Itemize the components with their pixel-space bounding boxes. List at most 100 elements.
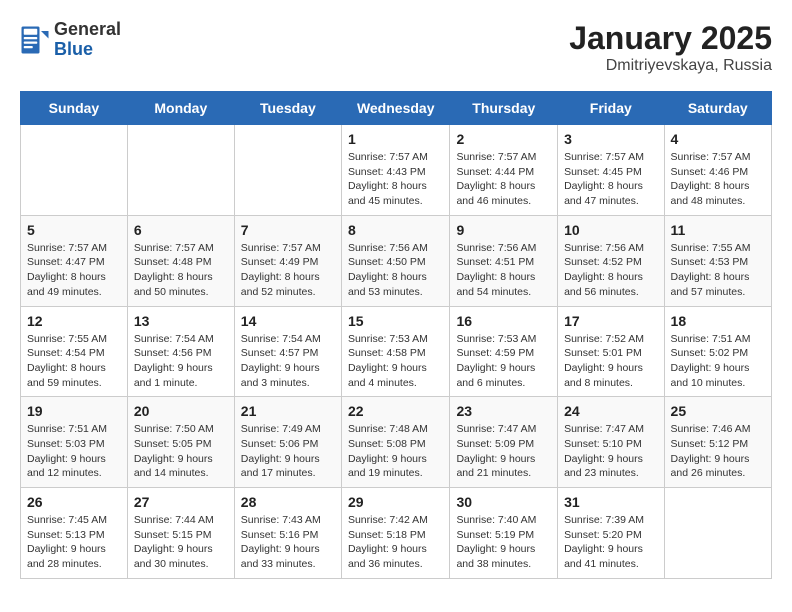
day-number: 30 <box>456 494 551 510</box>
calendar-cell: 4Sunrise: 7:57 AM Sunset: 4:46 PM Daylig… <box>664 125 771 216</box>
day-info: Sunrise: 7:43 AM Sunset: 5:16 PM Dayligh… <box>241 513 335 572</box>
day-number: 25 <box>671 403 765 419</box>
day-number: 29 <box>348 494 444 510</box>
day-info: Sunrise: 7:57 AM Sunset: 4:48 PM Dayligh… <box>134 241 228 300</box>
day-info: Sunrise: 7:57 AM Sunset: 4:49 PM Dayligh… <box>241 241 335 300</box>
calendar-cell: 11Sunrise: 7:55 AM Sunset: 4:53 PM Dayli… <box>664 215 771 306</box>
page-header: General Blue January 2025 Dmitriyevskaya… <box>20 20 772 75</box>
day-info: Sunrise: 7:54 AM Sunset: 4:57 PM Dayligh… <box>241 332 335 391</box>
day-info: Sunrise: 7:40 AM Sunset: 5:19 PM Dayligh… <box>456 513 551 572</box>
calendar-table: SundayMondayTuesdayWednesdayThursdayFrid… <box>20 91 772 579</box>
day-info: Sunrise: 7:50 AM Sunset: 5:05 PM Dayligh… <box>134 422 228 481</box>
day-number: 12 <box>27 313 121 329</box>
calendar-cell: 14 Sunrise: 7:54 AM Sunset: 4:57 PM Dayli… <box>234 306 341 397</box>
weekday-header: Friday <box>558 92 664 125</box>
day-number: 15 <box>348 313 444 329</box>
day-info: Sunrise: 7:53 AM Sunset: 4:58 PM Dayligh… <box>348 332 444 391</box>
day-info: Sunrise: 7:51 AM Sunset: 5:03 PM Dayligh… <box>27 422 121 481</box>
day-number: 26 <box>27 494 121 510</box>
day-number: 10 <box>564 222 657 238</box>
title-block: January 2025 Dmitriyevskaya, Russia <box>569 20 772 75</box>
day-info: Sunrise: 7:51 AM Sunset: 5:02 PM Dayligh… <box>671 332 765 391</box>
calendar-cell: 10 Sunrise: 7:56 AM Sunset: 4:52 PM Dayli… <box>558 215 664 306</box>
day-number: 5 <box>27 222 121 238</box>
day-number: 19 <box>27 403 121 419</box>
calendar-week-row: 5 Sunrise: 7:57 AM Sunset: 4:47 PM Daylig… <box>21 215 772 306</box>
calendar-cell: 22 Sunrise: 7:48 AM Sunset: 5:08 PM Dayli… <box>341 397 450 488</box>
day-number: 18 <box>671 313 765 329</box>
calendar-cell: 6 Sunrise: 7:57 AM Sunset: 4:48 PM Daylig… <box>127 215 234 306</box>
calendar-cell: 16Sunrise: 7:53 AM Sunset: 4:59 PM Dayli… <box>450 306 558 397</box>
day-info: Sunrise: 7:39 AM Sunset: 5:20 PM Dayligh… <box>564 513 657 572</box>
calendar-cell: 23 Sunrise: 7:47 AM Sunset: 5:09 PM Dayli… <box>450 397 558 488</box>
day-number: 6 <box>134 222 228 238</box>
calendar-cell: 30 Sunrise: 7:40 AM Sunset: 5:19 PM Dayli… <box>450 488 558 579</box>
calendar-cell: 15 Sunrise: 7:53 AM Sunset: 4:58 PM Dayli… <box>341 306 450 397</box>
weekday-header: Tuesday <box>234 92 341 125</box>
calendar-cell: 5 Sunrise: 7:57 AM Sunset: 4:47 PM Daylig… <box>21 215 128 306</box>
calendar-cell: 27 Sunrise: 7:44 AM Sunset: 5:15 PM Dayli… <box>127 488 234 579</box>
day-info: Sunrise: 7:57 AM Sunset: 4:45 PM Dayligh… <box>564 150 657 209</box>
calendar-cell: 7 Sunrise: 7:57 AM Sunset: 4:49 PM Daylig… <box>234 215 341 306</box>
logo-icon <box>20 25 50 55</box>
day-number: 9 <box>456 222 551 238</box>
calendar-cell: 18 Sunrise: 7:51 AM Sunset: 5:02 PM Dayli… <box>664 306 771 397</box>
day-number: 7 <box>241 222 335 238</box>
calendar-cell: 17 Sunrise: 7:52 AM Sunset: 5:01 PM Dayli… <box>558 306 664 397</box>
day-info: Sunrise: 7:54 AM Sunset: 4:56 PM Dayligh… <box>134 332 228 391</box>
weekday-header: Thursday <box>450 92 558 125</box>
day-number: 14 <box>241 313 335 329</box>
day-number: 17 <box>564 313 657 329</box>
calendar-cell: 13Sunrise: 7:54 AM Sunset: 4:56 PM Dayli… <box>127 306 234 397</box>
weekday-header: Monday <box>127 92 234 125</box>
calendar-cell: 19 Sunrise: 7:51 AM Sunset: 5:03 PM Dayli… <box>21 397 128 488</box>
logo-text: General Blue <box>54 20 121 60</box>
day-info: Sunrise: 7:55 AM Sunset: 4:54 PM Dayligh… <box>27 332 121 391</box>
day-number: 28 <box>241 494 335 510</box>
calendar-cell: 29 Sunrise: 7:42 AM Sunset: 5:18 PM Dayli… <box>341 488 450 579</box>
day-info: Sunrise: 7:57 AM Sunset: 4:43 PM Dayligh… <box>348 150 444 209</box>
day-info: Sunrise: 7:44 AM Sunset: 5:15 PM Dayligh… <box>134 513 228 572</box>
day-number: 22 <box>348 403 444 419</box>
day-number: 31 <box>564 494 657 510</box>
day-number: 16 <box>456 313 551 329</box>
calendar-cell: 24Sunrise: 7:47 AM Sunset: 5:10 PM Dayli… <box>558 397 664 488</box>
day-number: 1 <box>348 131 444 147</box>
day-info: Sunrise: 7:47 AM Sunset: 5:09 PM Dayligh… <box>456 422 551 481</box>
calendar-week-row: 1 Sunrise: 7:57 AM Sunset: 4:43 PM Daylig… <box>21 125 772 216</box>
calendar-cell: 28 Sunrise: 7:43 AM Sunset: 5:16 PM Dayli… <box>234 488 341 579</box>
calendar-cell: 12 Sunrise: 7:55 AM Sunset: 4:54 PM Dayli… <box>21 306 128 397</box>
day-info: Sunrise: 7:52 AM Sunset: 5:01 PM Dayligh… <box>564 332 657 391</box>
calendar-week-row: 12 Sunrise: 7:55 AM Sunset: 4:54 PM Dayli… <box>21 306 772 397</box>
day-number: 11 <box>671 222 765 238</box>
day-info: Sunrise: 7:56 AM Sunset: 4:50 PM Dayligh… <box>348 241 444 300</box>
day-info: Sunrise: 7:57 AM Sunset: 4:46 PM Dayligh… <box>671 150 765 209</box>
weekday-header-row: SundayMondayTuesdayWednesdayThursdayFrid… <box>21 92 772 125</box>
day-number: 20 <box>134 403 228 419</box>
day-info: Sunrise: 7:46 AM Sunset: 5:12 PM Dayligh… <box>671 422 765 481</box>
day-number: 23 <box>456 403 551 419</box>
day-number: 21 <box>241 403 335 419</box>
day-info: Sunrise: 7:57 AM Sunset: 4:47 PM Dayligh… <box>27 241 121 300</box>
weekday-header: Wednesday <box>341 92 450 125</box>
calendar-cell <box>21 125 128 216</box>
calendar-cell: 31 Sunrise: 7:39 AM Sunset: 5:20 PM Dayli… <box>558 488 664 579</box>
logo: General Blue <box>20 20 121 60</box>
day-number: 3 <box>564 131 657 147</box>
calendar-subtitle: Dmitriyevskaya, Russia <box>569 57 772 75</box>
day-info: Sunrise: 7:49 AM Sunset: 5:06 PM Dayligh… <box>241 422 335 481</box>
calendar-cell: 26 Sunrise: 7:45 AM Sunset: 5:13 PM Dayli… <box>21 488 128 579</box>
logo-general: General <box>54 20 121 40</box>
day-number: 27 <box>134 494 228 510</box>
day-number: 24 <box>564 403 657 419</box>
day-number: 2 <box>456 131 551 147</box>
day-info: Sunrise: 7:56 AM Sunset: 4:52 PM Dayligh… <box>564 241 657 300</box>
day-info: Sunrise: 7:45 AM Sunset: 5:13 PM Dayligh… <box>27 513 121 572</box>
day-info: Sunrise: 7:57 AM Sunset: 4:44 PM Dayligh… <box>456 150 551 209</box>
day-info: Sunrise: 7:48 AM Sunset: 5:08 PM Dayligh… <box>348 422 444 481</box>
calendar-title: January 2025 <box>569 20 772 57</box>
calendar-week-row: 19 Sunrise: 7:51 AM Sunset: 5:03 PM Dayli… <box>21 397 772 488</box>
logo-blue: Blue <box>54 40 121 60</box>
calendar-cell: 20 Sunrise: 7:50 AM Sunset: 5:05 PM Dayli… <box>127 397 234 488</box>
day-info: Sunrise: 7:42 AM Sunset: 5:18 PM Dayligh… <box>348 513 444 572</box>
